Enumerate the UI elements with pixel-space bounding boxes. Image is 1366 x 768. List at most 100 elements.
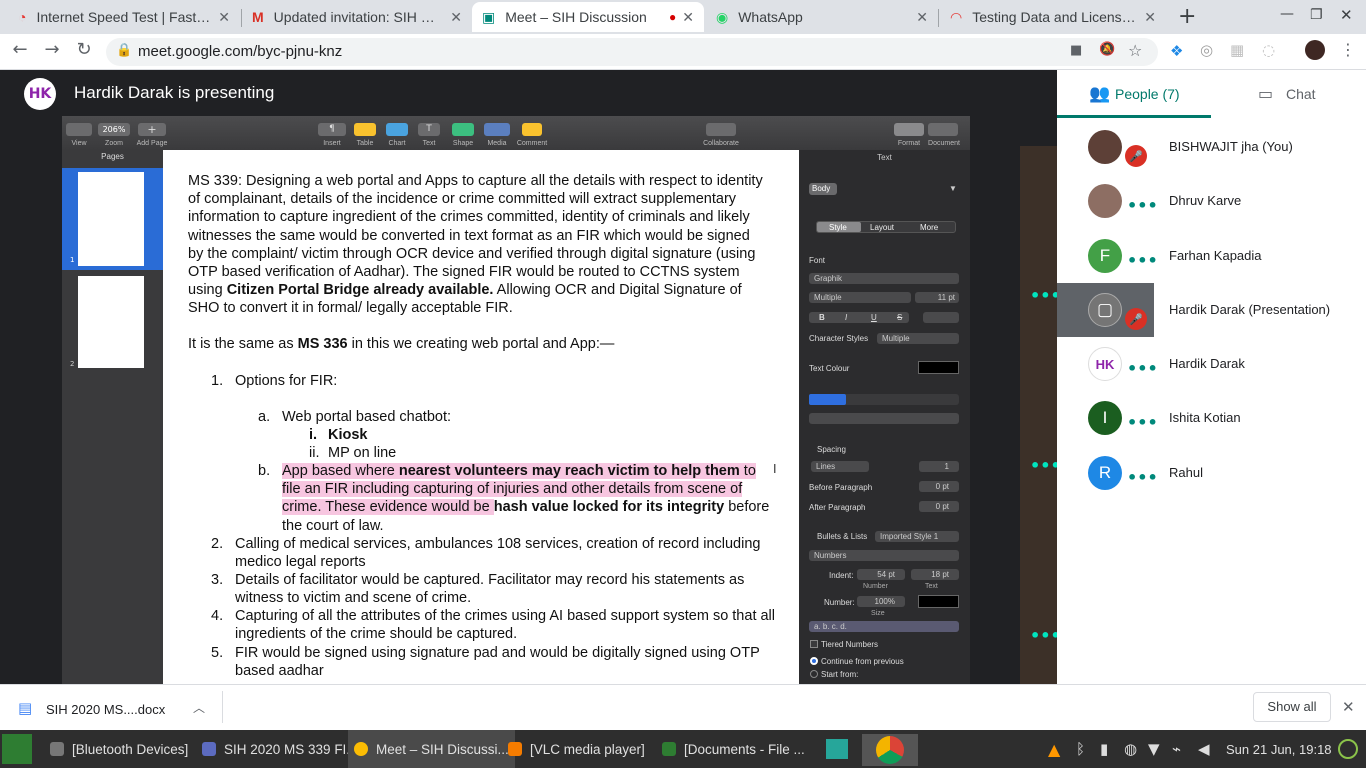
indent-text-field[interactable]: 18 pt	[911, 569, 959, 580]
media-button[interactable]	[484, 123, 510, 136]
strikethrough-button[interactable]: S	[897, 313, 902, 322]
collaborate-button[interactable]	[706, 123, 736, 136]
start-menu-icon[interactable]	[2, 734, 32, 764]
new-tab-button[interactable]: +	[1178, 4, 1196, 29]
add-page-button[interactable]: +	[138, 123, 166, 136]
number-colour-well[interactable]	[918, 595, 959, 608]
camera-icon[interactable]: ■	[1070, 43, 1082, 58]
update-icon[interactable]: ◍	[1124, 740, 1137, 758]
files-launcher-icon[interactable]	[826, 739, 848, 759]
bookmark-star-icon[interactable]: ☆	[1128, 41, 1142, 60]
page-thumbnail[interactable]	[78, 276, 144, 368]
font-select[interactable]: Graphik	[809, 273, 959, 284]
restore-icon[interactable]: ❐	[1310, 7, 1323, 23]
minimize-icon[interactable]: —	[1280, 6, 1294, 22]
attachment-icon[interactable]: ⌁	[1172, 740, 1181, 758]
document-canvas[interactable]: MS 339: Designing a web portal and Apps …	[163, 150, 799, 684]
tab-people[interactable]: 👥 People (7)	[1057, 70, 1211, 118]
continue-radio[interactable]	[810, 657, 818, 665]
zoom-select[interactable]: 206%	[98, 123, 130, 136]
document-button[interactable]	[928, 123, 958, 136]
forward-icon[interactable]: →	[40, 39, 64, 60]
indent-buttons[interactable]	[809, 413, 959, 424]
task-files[interactable]: [Documents - File ...	[662, 730, 805, 768]
colour-well[interactable]	[918, 361, 959, 374]
chrome-launcher[interactable]	[862, 734, 918, 766]
close-icon[interactable]: ✕	[1342, 698, 1355, 716]
url-text[interactable]: meet.google.com/byc-pjnu-knz	[138, 43, 342, 60]
bold-button[interactable]: B	[819, 313, 825, 322]
download-item[interactable]: SIH 2020 MS....docx	[46, 702, 165, 717]
more-options-icon[interactable]: •••	[1127, 413, 1158, 432]
line-spacing-select[interactable]: Lines	[811, 461, 869, 472]
text-button[interactable]: T	[418, 123, 440, 136]
battery-icon[interactable]: ▮	[1100, 740, 1108, 758]
globe-icon[interactable]: ◎	[1200, 41, 1213, 59]
menu-icon[interactable]: ⋮	[1340, 40, 1356, 59]
participant-row[interactable]: 🎤 BISHWAJIT jha (You)	[1057, 120, 1366, 174]
italic-button[interactable]: I	[845, 313, 847, 322]
task-document[interactable]: SIH 2020 MS 339 FI...	[202, 730, 358, 768]
task-bluetooth[interactable]: [Bluetooth Devices]	[50, 730, 188, 768]
before-paragraph-field[interactable]: 0 pt	[919, 481, 959, 492]
numbering-format-select[interactable]: a. b. c. d.	[809, 621, 959, 632]
list-type-select[interactable]: Numbers	[809, 550, 959, 561]
extension-icon[interactable]: ❖	[1170, 42, 1183, 60]
more-options-icon[interactable]: •••	[1127, 359, 1158, 378]
close-icon[interactable]: ✕	[916, 9, 928, 26]
indent-number-field[interactable]: 54 pt	[857, 569, 905, 580]
tab-testing[interactable]: ◠ Testing Data and License Keys ✕	[940, 2, 1166, 32]
vlc-tray-icon[interactable]: ▲	[1048, 740, 1060, 759]
chart-button[interactable]	[386, 123, 408, 136]
font-size-field[interactable]: 11 pt	[915, 292, 959, 303]
participant-row[interactable]: ▢ 🎤 Hardik Darak (Presentation)	[1057, 283, 1366, 337]
font-weight-select[interactable]: Multiple	[809, 292, 911, 303]
close-icon[interactable]: ✕	[682, 9, 694, 26]
participant-row[interactable]: HK ••• Hardik Darak	[1057, 337, 1366, 391]
task-meet[interactable]: Meet – SIH Discussi...	[348, 730, 515, 768]
comment-button[interactable]	[522, 123, 542, 136]
extension-icon[interactable]: ◌	[1262, 41, 1275, 59]
tab-style[interactable]: Style	[829, 223, 847, 232]
shape-button[interactable]	[452, 123, 474, 136]
start-from-radio[interactable]	[810, 670, 818, 678]
bluetooth-tray-icon[interactable]: ᛒ	[1076, 740, 1085, 758]
gear-icon[interactable]	[923, 312, 959, 323]
chevron-up-icon[interactable]: ︿	[193, 699, 205, 716]
window-close-icon[interactable]: ✕	[1340, 6, 1353, 24]
paragraph-style[interactable]: Body	[809, 183, 837, 195]
wifi-icon[interactable]: ▼	[1148, 740, 1160, 758]
tiered-checkbox[interactable]	[810, 640, 818, 648]
chevron-down-icon[interactable]: ▼	[949, 184, 957, 193]
power-icon[interactable]	[1338, 739, 1358, 759]
after-paragraph-field[interactable]: 0 pt	[919, 501, 959, 512]
tab-meet[interactable]: ▣ Meet – SIH Discussion ● ✕	[472, 2, 704, 32]
page-thumb-selected[interactable]: 1	[62, 168, 163, 270]
profile-avatar[interactable]	[1305, 40, 1325, 60]
more-options-icon[interactable]: •••	[1127, 468, 1158, 487]
participant-row[interactable]: I ••• Ishita Kotian	[1057, 391, 1366, 445]
omnibox[interactable]: 🔒 meet.google.com/byc-pjnu-knz ■ 🔕 ☆	[106, 38, 1158, 66]
line-spacing-field[interactable]: 1	[919, 461, 959, 472]
tab-layout[interactable]: Layout	[870, 223, 894, 232]
number-size-field[interactable]: 100%	[857, 596, 905, 607]
close-icon[interactable]: ✕	[218, 9, 230, 26]
insert-button[interactable]: ¶	[318, 123, 346, 136]
view-button[interactable]	[66, 123, 92, 136]
close-icon[interactable]: ✕	[450, 9, 462, 26]
participant-row[interactable]: ••• Dhruv Karve	[1057, 174, 1366, 228]
bullet-style-select[interactable]: Imported Style 1	[875, 531, 959, 542]
task-vlc[interactable]: [VLC media player]	[508, 730, 645, 768]
volume-icon[interactable]: ◀	[1198, 740, 1210, 758]
show-all-button[interactable]: Show all	[1253, 692, 1331, 722]
clock[interactable]: Sun 21 Jun, 19:18	[1226, 742, 1332, 757]
participant-row[interactable]: R ••• Rahul	[1057, 446, 1366, 500]
char-styles-select[interactable]: Multiple	[877, 333, 959, 344]
underline-button[interactable]: U	[871, 313, 877, 322]
tab-gmail[interactable]: M Updated invitation: SIH Discussion ✕	[242, 2, 472, 32]
extension-icon[interactable]: ▦	[1230, 41, 1244, 59]
close-icon[interactable]: ✕	[1144, 9, 1156, 26]
reload-icon[interactable]: ↻	[72, 39, 96, 60]
notifications-blocked-icon[interactable]: 🔕	[1099, 42, 1115, 57]
tab-more[interactable]: More	[920, 223, 938, 232]
